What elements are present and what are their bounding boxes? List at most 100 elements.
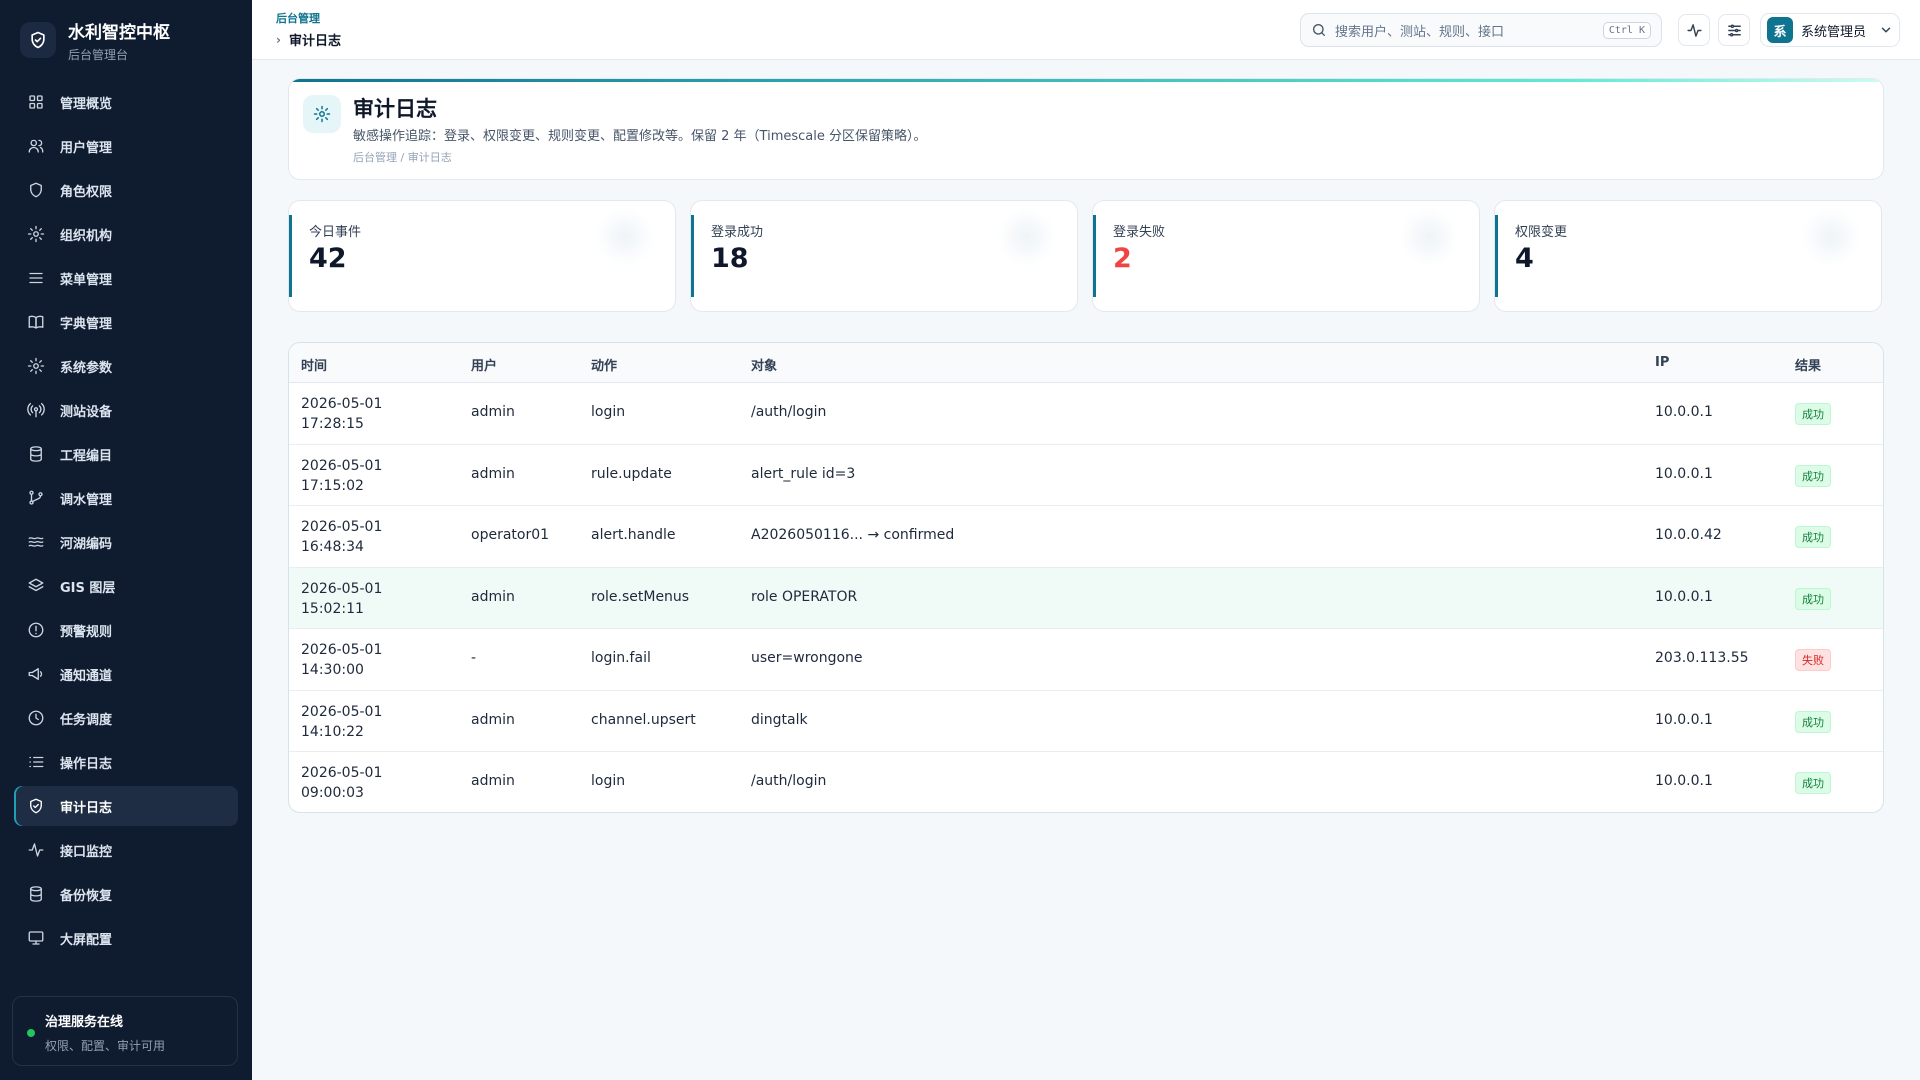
cell-user: - bbox=[471, 650, 477, 666]
cell-target: user=wrongone bbox=[751, 650, 863, 666]
sidebar-item-8[interactable]: 工程编目 bbox=[14, 434, 238, 474]
stat-label: 登录失败 bbox=[1113, 225, 1166, 240]
stat-card-permission-changes: 权限变更 4 bbox=[1494, 200, 1882, 312]
table-row[interactable]: 2026-05-01 16:48:34 operator01 alert.handl… bbox=[289, 506, 1883, 568]
sidebar-item-label: 河湖编码 bbox=[60, 536, 113, 552]
cell-action: login.fail bbox=[591, 650, 651, 666]
search-placeholder: 搜索用户、测站、规则、接口 bbox=[1335, 24, 1505, 40]
cell-user: admin bbox=[471, 465, 515, 482]
sidebar-item-label: 菜单管理 bbox=[60, 272, 113, 288]
breadcrumb: › 审计日志 bbox=[276, 30, 341, 50]
table-row[interactable]: 2026-05-01 14:30:00 - login.fail user=wrong… bbox=[289, 629, 1883, 691]
sidebar-item-label: 测站设备 bbox=[60, 404, 113, 420]
megaphone-icon bbox=[28, 668, 43, 680]
sidebar-item-label: 用户管理 bbox=[60, 140, 113, 156]
layers-icon bbox=[28, 578, 44, 592]
monitor-icon bbox=[28, 931, 44, 945]
page-breadcrumb: 后台管理 / 审计日志 bbox=[353, 151, 452, 164]
sidebar-item-18[interactable]: 备份恢复 bbox=[14, 874, 238, 914]
sidebar-nav: 管理概览用户管理角色权限 组织机构菜单管理字典管理系统参数测站设备工程编目调水管理… bbox=[0, 80, 252, 958]
cell-action: rule.update bbox=[591, 465, 672, 482]
activity-button[interactable] bbox=[1678, 14, 1710, 46]
gear-icon bbox=[27, 225, 45, 243]
sidebar-item-16[interactable]: 审计日志 bbox=[14, 786, 238, 826]
alert-circle-icon bbox=[28, 622, 44, 638]
chevron-right-icon: › bbox=[276, 32, 281, 47]
user-menu[interactable]: 系 系统管理员 bbox=[1760, 13, 1900, 47]
sidebar-item-13[interactable]: 通知通道 bbox=[14, 654, 238, 694]
cell-ip: 10.0.0.42 bbox=[1655, 527, 1722, 543]
cell-target: dingtalk bbox=[751, 711, 808, 728]
cell-user: admin bbox=[471, 773, 515, 789]
sidebar-item-label: 通知通道 bbox=[60, 668, 113, 684]
page-title: 审计日志 bbox=[353, 97, 437, 121]
sidebar-item-label: 工程编目 bbox=[60, 448, 113, 464]
sidebar-item-label: 系统参数 bbox=[60, 360, 113, 376]
sidebar-item-4[interactable]: 菜单管理 bbox=[14, 258, 238, 298]
status-subtitle: 权限、配置、审计可用 bbox=[45, 1039, 166, 1053]
search-shortcut: Ctrl K bbox=[1602, 21, 1651, 39]
cell-action: role.setMenus bbox=[591, 588, 690, 605]
column-header-target: 对象 bbox=[751, 359, 778, 374]
sidebar-item-label: 任务调度 bbox=[60, 712, 113, 728]
table-row[interactable]: 2026-05-01 15:02:11 admin role.setMenus rol… bbox=[289, 567, 1883, 629]
sidebar-item-2[interactable]: 角色权限 bbox=[14, 170, 238, 210]
service-status-card: 治理服务在线 权限、配置、审计可用 bbox=[12, 996, 238, 1066]
sidebar-item-17[interactable]: 接口监控 bbox=[14, 830, 238, 870]
sidebar-item-19[interactable]: 大屏配置 bbox=[14, 918, 238, 958]
table-header: 时间 用户 动作 对象 IP 结果 bbox=[289, 343, 1883, 383]
cell-ip: 203.0.113.55 bbox=[1655, 650, 1749, 666]
status-online-dot bbox=[27, 1029, 35, 1037]
result-badge: 成功 bbox=[1795, 464, 1831, 487]
cell-time: 2026-05-01 15:02:11 bbox=[301, 580, 383, 617]
sidebar-item-15[interactable]: 操作日志 bbox=[14, 742, 238, 782]
sidebar-item-9[interactable]: 调水管理 bbox=[14, 478, 238, 518]
status-title: 治理服务在线 bbox=[45, 1015, 124, 1030]
sidebar-item-3[interactable]: 组织机构 bbox=[14, 214, 238, 254]
breadcrumb-parent[interactable]: 后台管理 bbox=[276, 10, 320, 26]
column-header-result: 结果 bbox=[1795, 359, 1822, 374]
sidebar-item-0[interactable]: 管理概览 bbox=[14, 82, 238, 122]
cell-target: A2026050116... → confirmed bbox=[751, 527, 955, 543]
cell-ip: 10.0.0.1 bbox=[1655, 465, 1713, 482]
sidebar-item-10[interactable]: 河湖编码 bbox=[14, 522, 238, 562]
cell-user: operator01 bbox=[471, 527, 550, 543]
sidebar-item-14[interactable]: 任务调度 bbox=[14, 698, 238, 738]
sidebar-item-6[interactable]: 系统参数 bbox=[14, 346, 238, 386]
book-icon bbox=[28, 315, 44, 329]
stat-value: 2 bbox=[1113, 243, 1132, 274]
stat-decoration bbox=[1801, 207, 1861, 267]
stat-card-today-events: 今日事件 42 bbox=[288, 200, 676, 312]
column-header-user: 用户 bbox=[471, 359, 498, 374]
cell-ip: 10.0.0.1 bbox=[1655, 773, 1713, 789]
settings-sliders-button[interactable] bbox=[1718, 14, 1750, 46]
sidebar-item-label: 字典管理 bbox=[60, 316, 113, 332]
table-row[interactable]: 2026-05-01 17:15:02 admin rule.update alert… bbox=[289, 445, 1883, 506]
cell-time: 2026-05-01 17:15:02 bbox=[301, 457, 383, 494]
topbar: 后台管理 › 审计日志 搜索用户、测站、规则、接口 Ctrl K 系 系统管理员 bbox=[252, 0, 1920, 60]
sidebar-item-label: GIS 图层 bbox=[60, 580, 116, 596]
shield-check-icon bbox=[30, 798, 42, 814]
sidebar-item-7[interactable]: 测站设备 bbox=[14, 390, 238, 430]
table-row[interactable]: 2026-05-01 09:00:03 admin login/auth/login… bbox=[289, 752, 1883, 812]
sidebar-item-1[interactable]: 用户管理 bbox=[14, 126, 238, 166]
cell-action: login bbox=[591, 404, 626, 420]
cell-target: /auth/login bbox=[751, 404, 827, 420]
menu-icon bbox=[29, 272, 43, 284]
cell-time: 2026-05-01 16:48:34 bbox=[301, 519, 383, 555]
cell-time: 2026-05-01 17:28:15 bbox=[301, 396, 383, 432]
stat-accent-bar bbox=[1495, 215, 1498, 297]
search-input[interactable]: 搜索用户、测站、规则、接口 Ctrl K bbox=[1300, 13, 1662, 47]
sidebar-item-label: 调水管理 bbox=[60, 492, 113, 508]
sidebar-item-11[interactable]: GIS 图层 bbox=[14, 566, 238, 606]
sidebar-item-label: 备份恢复 bbox=[60, 888, 113, 904]
sidebar-item-12[interactable]: 预警规则 bbox=[14, 610, 238, 650]
sidebar-item-5[interactable]: 字典管理 bbox=[14, 302, 238, 342]
table-row[interactable]: 2026-05-01 14:10:22 admin channel.upsert di… bbox=[289, 691, 1883, 752]
sidebar: 水利智控中枢 后台管理台 管理概览 用户管理 角色权限 组织机构 菜单管理 字典管理 系统参… bbox=[0, 0, 252, 1080]
stat-value: 4 bbox=[1515, 243, 1534, 274]
column-header-ip: IP bbox=[1655, 355, 1670, 370]
table-row[interactable]: 2026-05-01 17:28:15 admin login/auth/login… bbox=[289, 383, 1883, 445]
stat-label: 权限变更 bbox=[1515, 225, 1568, 240]
gear-icon bbox=[27, 357, 45, 375]
